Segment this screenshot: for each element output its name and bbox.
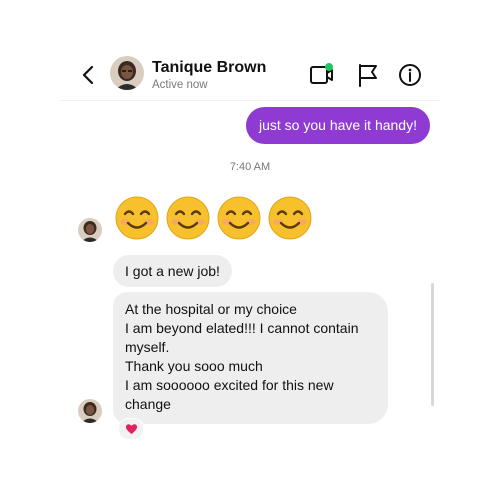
avatar[interactable] xyxy=(110,56,144,90)
message-timestamp: 7:40 AM xyxy=(229,161,271,173)
sender-avatar[interactable] xyxy=(78,399,102,423)
smiling-face-emoji-icon xyxy=(166,196,210,240)
chat-header: Tanique Brown Active now xyxy=(0,0,500,102)
message-line: change xyxy=(125,396,171,412)
smiling-face-emoji-icon xyxy=(217,196,261,240)
header-divider xyxy=(60,100,440,101)
outgoing-message[interactable]: just so you have it handy! xyxy=(246,107,430,144)
heart-icon xyxy=(125,424,137,434)
active-status: Active now xyxy=(152,79,208,91)
emoji-message[interactable] xyxy=(115,196,312,240)
incoming-message[interactable]: I got a new job! xyxy=(113,255,232,287)
message-line: Thank you sooo much xyxy=(125,358,263,374)
message-line: I am beyond elated!!! I cannot contain xyxy=(125,320,359,336)
video-call-icon[interactable] xyxy=(309,62,335,88)
incoming-message[interactable]: At the hospital or my choice I am beyond… xyxy=(113,292,388,424)
message-line: I am soooooo excited for this new xyxy=(125,377,334,393)
chevron-left-icon[interactable] xyxy=(78,64,100,86)
smiling-face-emoji-icon xyxy=(268,196,312,240)
scrollbar[interactable] xyxy=(431,283,434,406)
message-line: At the hospital or my choice xyxy=(125,301,297,317)
info-icon[interactable] xyxy=(397,62,423,88)
flag-icon[interactable] xyxy=(355,62,381,88)
message-line: myself. xyxy=(125,339,170,355)
online-indicator xyxy=(325,63,333,71)
sender-avatar[interactable] xyxy=(78,218,102,242)
reaction-badge[interactable] xyxy=(118,418,144,440)
smiling-face-emoji-icon xyxy=(115,196,159,240)
contact-name[interactable]: Tanique Brown xyxy=(152,59,266,77)
